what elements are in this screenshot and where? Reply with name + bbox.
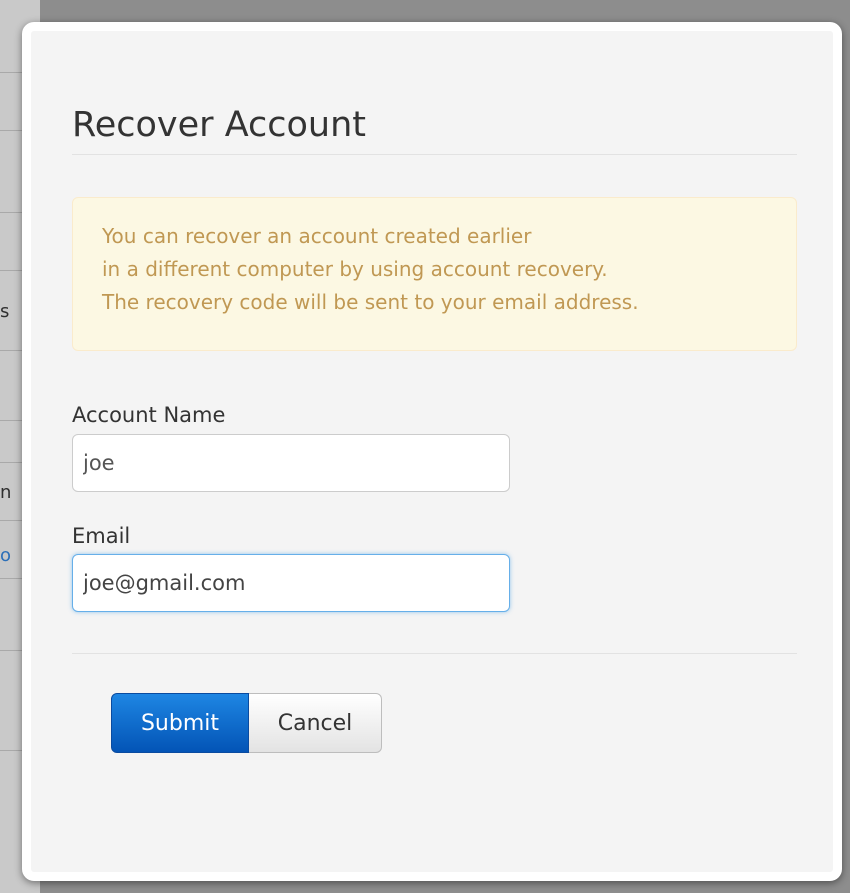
submit-button[interactable]: Submit — [111, 693, 249, 753]
footer-divider — [72, 653, 797, 654]
cancel-button[interactable]: Cancel — [249, 693, 382, 753]
recover-account-dialog: Recover Account You can recover an accou… — [22, 22, 842, 881]
email-input[interactable] — [72, 554, 510, 612]
info-text-line: The recovery code will be sent to your e… — [102, 290, 639, 314]
account-name-label: Account Name — [72, 403, 226, 427]
dialog-title: Recover Account — [72, 105, 367, 145]
background-text: n — [0, 482, 12, 503]
email-label: Email — [72, 524, 131, 548]
info-alert: You can recover an account created earli… — [72, 197, 797, 351]
info-text-line: in a different computer by using account… — [102, 257, 608, 281]
info-text-line: You can recover an account created earli… — [102, 224, 532, 248]
background-text: s — [0, 301, 10, 322]
account-name-input[interactable] — [72, 434, 510, 492]
background-link[interactable]: o — [0, 546, 11, 566]
title-divider — [72, 154, 797, 155]
